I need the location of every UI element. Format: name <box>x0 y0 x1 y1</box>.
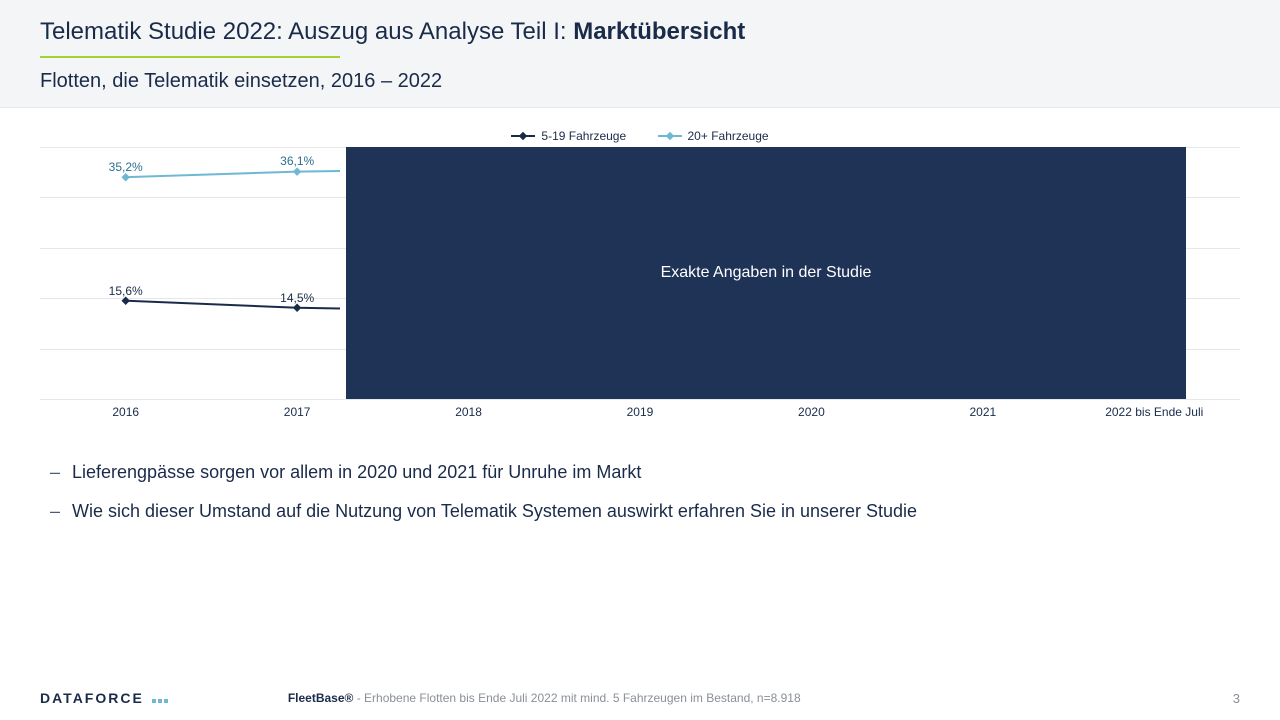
legend-swatch-dark <box>511 135 535 137</box>
footnote-rest: - Erhobene Flotten bis Ende Juli 2022 mi… <box>353 691 800 705</box>
x-axis-labels: 2016 2017 2018 2019 2020 2021 2022 bis E… <box>40 405 1240 419</box>
logo-dots-icon <box>150 690 168 706</box>
bullet-list: Lieferengpässe sorgen vor allem in 2020 … <box>50 462 1230 522</box>
chart-plot: 35,2% 36,1% 15,6% 14,5% Exakte Angaben i… <box>40 147 1240 399</box>
title-bold: Marktübersicht <box>573 18 745 45</box>
slide-header: Telematik Studie 2022: Auszug aus Analys… <box>0 0 1280 108</box>
slide-footer: DATAFORCE FleetBase® - Erhobene Flotten … <box>0 690 1280 706</box>
data-label-a-2016: 15,6% <box>109 284 143 298</box>
bullet-item: Wie sich dieser Umstand auf die Nutzung … <box>50 501 1230 522</box>
chart-overlay: Exakte Angaben in der Studie <box>346 147 1186 399</box>
x-label: 2019 <box>554 405 725 419</box>
x-label: 2016 <box>40 405 211 419</box>
legend-item-series-a: 5-19 Fahrzeuge <box>511 129 626 143</box>
x-label: 2018 <box>383 405 554 419</box>
title-prefix: Telematik Studie 2022: Auszug aus Analys… <box>40 18 573 45</box>
legend-label-b: 20+ Fahrzeuge <box>688 129 769 143</box>
chart-legend: 5-19 Fahrzeuge 20+ Fahrzeuge <box>40 126 1240 143</box>
data-label-b-2016: 35,2% <box>109 160 143 174</box>
footnote-bold: FleetBase® <box>288 691 354 705</box>
chart: 5-19 Fahrzeuge 20+ Fahrzeuge 3 <box>40 126 1240 426</box>
legend-label-a: 5-19 Fahrzeuge <box>541 129 626 143</box>
x-label: 2021 <box>897 405 1068 419</box>
x-label: 2020 <box>726 405 897 419</box>
overlay-text: Exakte Angaben in der Studie <box>661 264 872 282</box>
x-label: 2022 bis Ende Juli <box>1069 405 1240 419</box>
legend-item-series-b: 20+ Fahrzeuge <box>658 129 769 143</box>
data-label-a-2017: 14,5% <box>280 291 314 305</box>
slide-subtitle: Flotten, die Telematik einsetzen, 2016 –… <box>40 70 1240 93</box>
logo: DATAFORCE <box>40 690 168 706</box>
x-label: 2017 <box>211 405 382 419</box>
accent-underline <box>40 56 340 58</box>
logo-text: DATAFORCE <box>40 690 144 706</box>
data-label-b-2017: 36,1% <box>280 155 314 169</box>
footnote: FleetBase® - Erhobene Flotten bis Ende J… <box>288 691 801 705</box>
legend-swatch-light <box>658 135 682 137</box>
bullet-item: Lieferengpässe sorgen vor allem in 2020 … <box>50 462 1230 483</box>
slide-title: Telematik Studie 2022: Auszug aus Analys… <box>40 18 1240 46</box>
page-number: 3 <box>1233 691 1240 706</box>
